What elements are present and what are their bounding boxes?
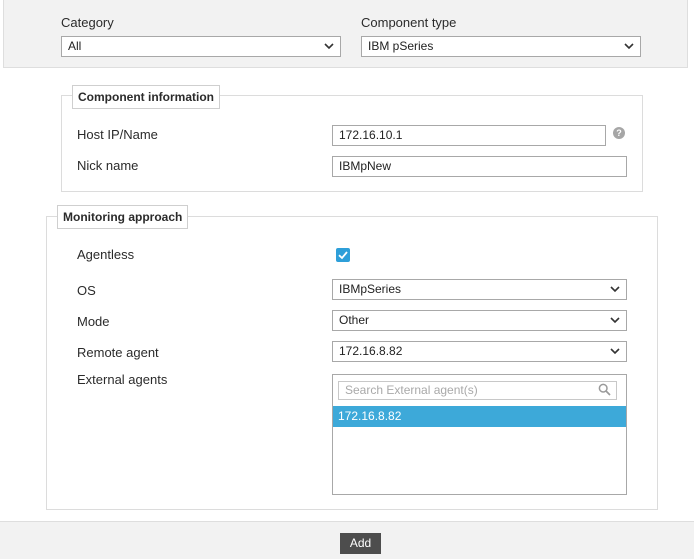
remote-agent-label: Remote agent [77, 345, 159, 360]
help-icon[interactable]: ? [613, 127, 625, 139]
os-select[interactable]: IBMpSeries [332, 279, 627, 300]
category-select-value: All [68, 39, 82, 53]
os-label: OS [77, 283, 96, 298]
mode-select-value: Other [339, 313, 370, 327]
chevron-down-icon [610, 317, 620, 324]
component-type-select-value: IBM pSeries [368, 39, 434, 53]
mode-label: Mode [77, 314, 110, 329]
host-label: Host IP/Name [77, 127, 158, 142]
mode-select[interactable]: Other [332, 310, 627, 331]
host-input[interactable]: 172.16.10.1 [332, 125, 606, 146]
chevron-down-icon [610, 348, 620, 355]
remote-agent-select[interactable]: 172.16.8.82 [332, 341, 627, 362]
external-agent-item[interactable]: 172.16.8.82 [333, 406, 626, 427]
os-select-value: IBMpSeries [339, 282, 402, 296]
agentless-checkbox[interactable] [336, 248, 350, 262]
chevron-down-icon [324, 43, 334, 50]
add-button[interactable]: Add [340, 533, 381, 554]
agentless-label: Agentless [77, 247, 135, 262]
chevron-down-icon [610, 286, 620, 293]
nick-name-input[interactable]: IBMpNew [332, 156, 627, 177]
filter-bar [3, 0, 688, 68]
category-label: Category [61, 15, 114, 30]
external-agents-search-input[interactable]: Search External agent(s) [338, 381, 617, 400]
component-type-label: Component type [361, 15, 457, 30]
category-select[interactable]: All [61, 36, 341, 57]
check-icon [338, 251, 348, 260]
component-information-legend: Component information [72, 85, 220, 109]
component-type-select[interactable]: IBM pSeries [361, 36, 641, 57]
monitoring-approach-legend: Monitoring approach [57, 205, 189, 229]
external-agents-label: External agents [77, 372, 168, 387]
search-icon [598, 383, 611, 396]
nick-name-label: Nick name [77, 158, 139, 173]
remote-agent-select-value: 172.16.8.82 [339, 344, 403, 358]
chevron-down-icon [624, 43, 634, 50]
